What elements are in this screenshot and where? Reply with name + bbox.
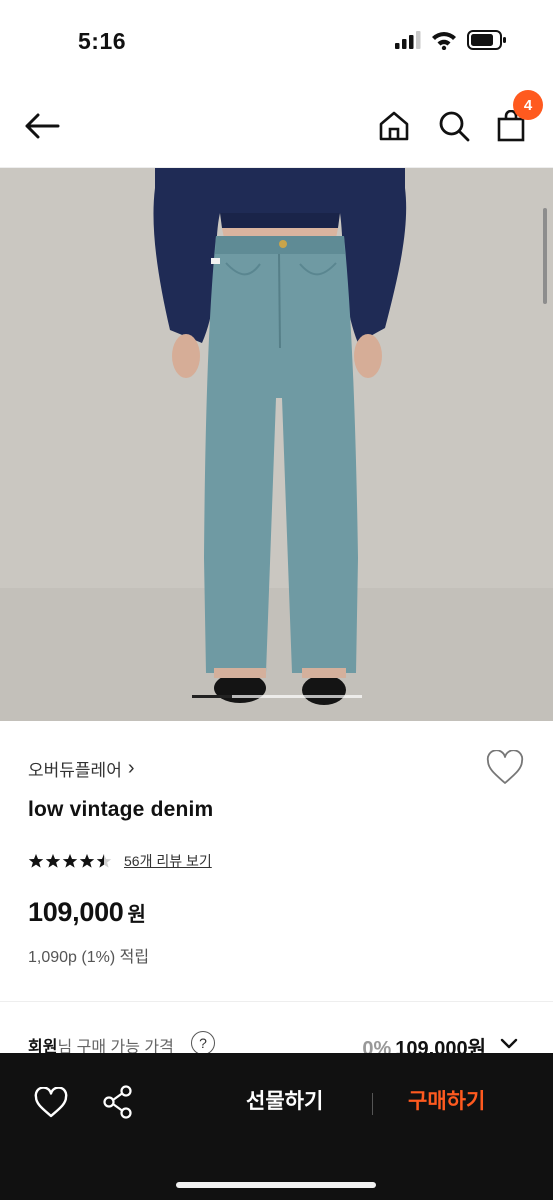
carousel-active-segment [192, 695, 232, 698]
price-row: 109,000 원 [28, 897, 146, 928]
star-icon [28, 854, 44, 868]
buy-button[interactable]: 구매하기 [408, 1085, 485, 1115]
review-link[interactable]: 56개 리뷰 보기 [124, 851, 212, 871]
price-unit: 원 [127, 904, 146, 926]
section-divider [0, 1001, 553, 1002]
help-icon[interactable]: ? [191, 1031, 215, 1055]
wishlist-heart-icon[interactable] [486, 750, 524, 786]
product-title: low vintage denim [28, 798, 214, 821]
cart-count-badge: 4 [513, 90, 543, 120]
gift-button[interactable]: 선물하기 [246, 1085, 323, 1115]
status-time: 5:16 [78, 28, 127, 54]
bottom-bar-separator [372, 1093, 373, 1115]
cart-button[interactable]: 4 [489, 90, 543, 148]
product-price: 109,000 [28, 897, 124, 927]
bottom-action-bar: 선물하기 구매하기 [0, 1053, 553, 1200]
search-icon [439, 111, 470, 142]
reward-points: 1,090p (1%) 적립 [28, 949, 150, 966]
back-arrow-icon [25, 113, 60, 139]
home-button[interactable] [372, 104, 416, 148]
back-button[interactable] [20, 104, 64, 148]
image-carousel-indicator [192, 695, 362, 698]
home-indicator [176, 1182, 376, 1188]
battery-icon [467, 30, 506, 50]
product-photo [0, 168, 553, 721]
brand-link[interactable]: 오버듀플레어 › [28, 756, 135, 781]
share-icon[interactable] [102, 1085, 134, 1119]
star-icon [79, 854, 95, 868]
search-button[interactable] [432, 104, 476, 148]
star-icon [45, 854, 61, 868]
heart-icon[interactable] [34, 1087, 68, 1119]
chevron-down-icon[interactable] [500, 1036, 518, 1050]
product-image[interactable] [0, 168, 553, 721]
cellular-signal-icon [395, 31, 421, 49]
scrollbar-thumb[interactable] [543, 208, 547, 304]
rating-row: 56개 리뷰 보기 [28, 851, 212, 871]
top-nav-bar: 4 [0, 84, 553, 168]
wifi-icon [432, 32, 456, 50]
status-bar: 5:16 [0, 0, 553, 84]
star-icon [62, 854, 78, 868]
status-icons [395, 30, 507, 50]
home-icon [379, 111, 409, 141]
star-icon [96, 854, 112, 868]
chevron-right-icon: › [127, 757, 135, 779]
brand-name: 오버듀플레어 [28, 761, 122, 780]
star-rating [28, 853, 112, 869]
